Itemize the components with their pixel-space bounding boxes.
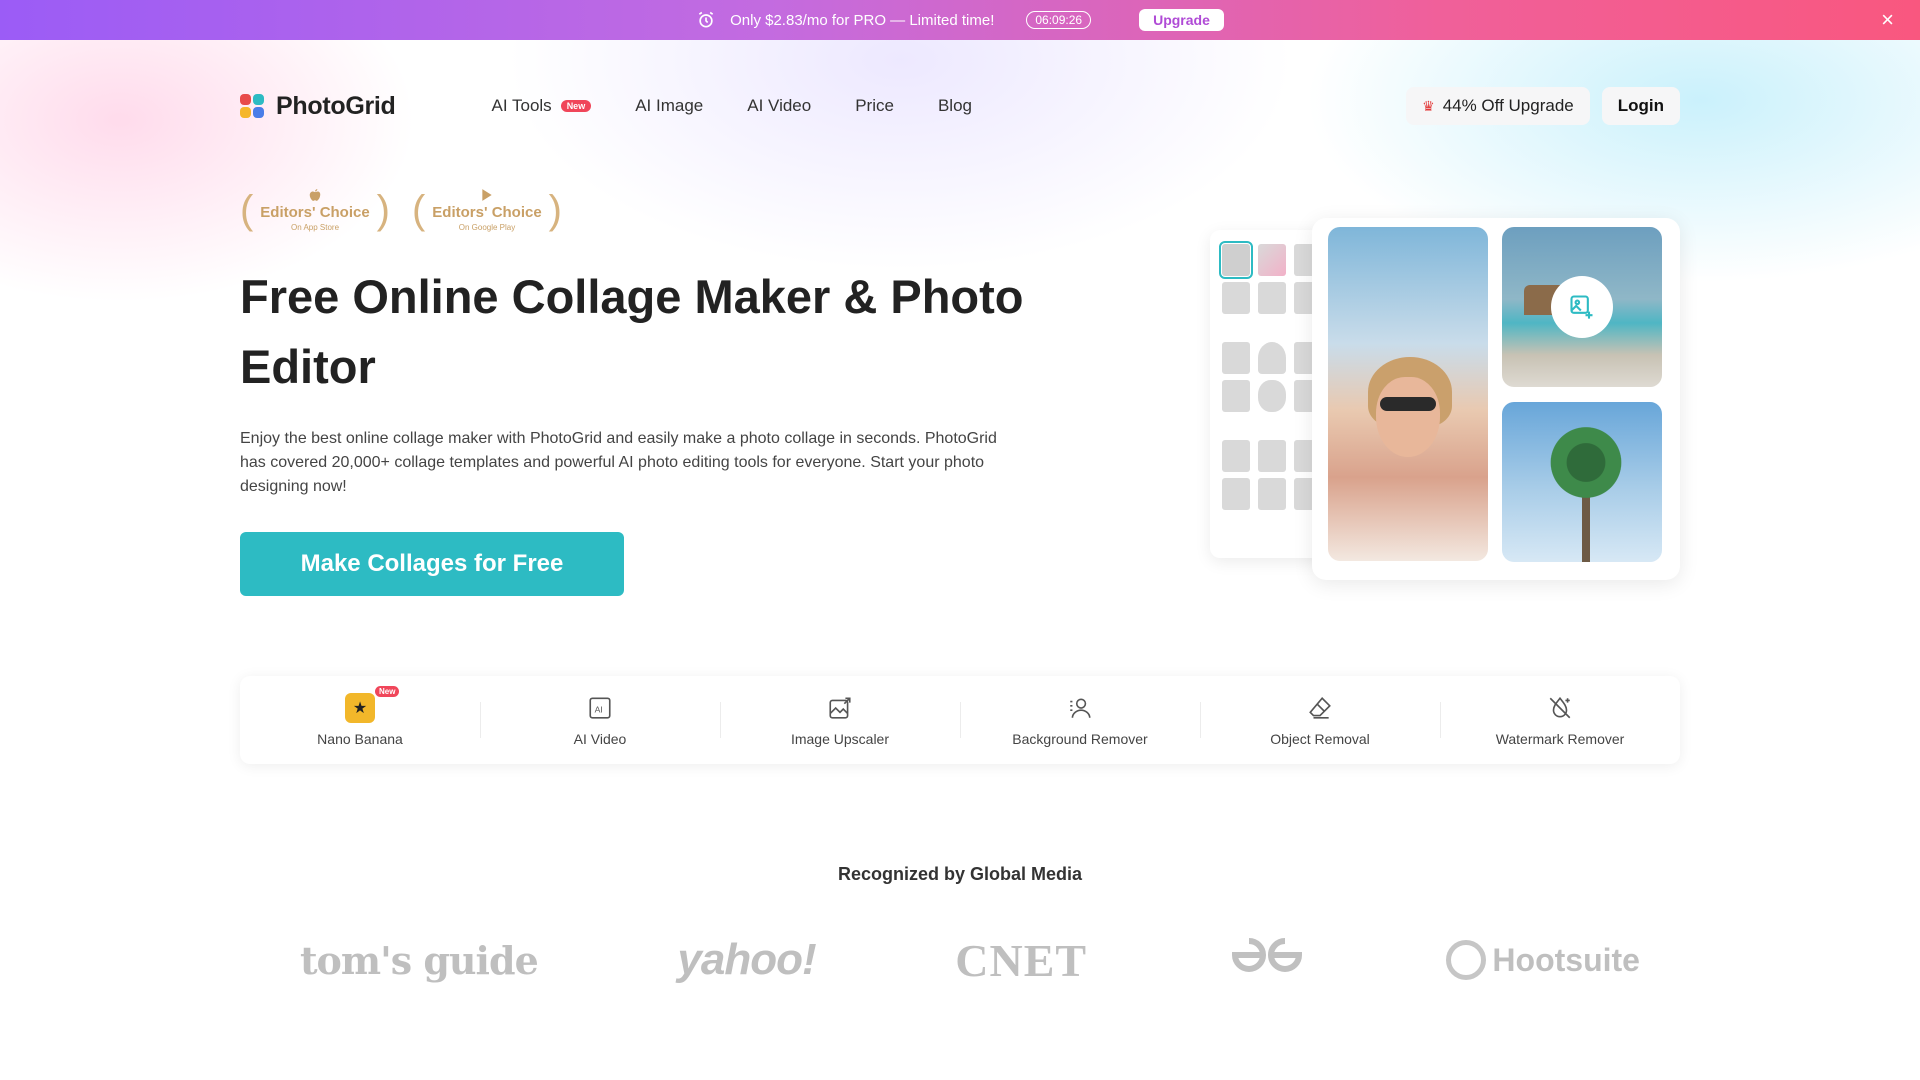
tool-label: Nano Banana	[317, 731, 403, 747]
template-thumbnail[interactable]	[1258, 380, 1286, 412]
nano-banana-icon: ★	[345, 693, 375, 723]
promo-bar: Only $2.83/mo for PRO — Limited time! 06…	[0, 0, 1920, 40]
nav-blog[interactable]: Blog	[938, 96, 972, 116]
ai-tools-bar: ★ New Nano Banana AI AI Video Image Upsc…	[240, 676, 1680, 764]
template-thumbnail[interactable]	[1222, 282, 1250, 314]
ai-video-icon: AI	[585, 693, 615, 723]
make-collage-button[interactable]: Make Collages for Free	[240, 532, 624, 596]
award-app-store: ( ) Editors' Choice On App Store	[240, 182, 390, 238]
award-sub: On App Store	[290, 223, 340, 232]
crown-icon: ♛	[1422, 97, 1435, 114]
template-thumbnail[interactable]	[1222, 380, 1250, 412]
hootsuite-text: Hootsuite	[1492, 941, 1640, 978]
nav-ai-tools[interactable]: AI Tools New	[492, 96, 592, 116]
laurel-left-icon: (	[412, 188, 426, 232]
collage-preview	[1210, 218, 1680, 580]
awards: ( ) Editors' Choice On App Store ( ) Edi…	[240, 182, 584, 238]
logo[interactable]: PhotoGrid	[240, 92, 396, 121]
apple-icon	[309, 189, 321, 201]
new-badge: New	[375, 686, 400, 697]
nav-links: AI Tools New AI Image AI Video Price Blo…	[492, 96, 1016, 116]
media-logos: tom's guide yahoo! CNET Hootsuite	[300, 930, 1640, 990]
new-badge: New	[560, 100, 592, 112]
template-thumbnail[interactable]	[1222, 342, 1250, 374]
tool-label: Background Remover	[1012, 731, 1148, 747]
template-thumbnail[interactable]	[1258, 282, 1286, 314]
nav-price[interactable]: Price	[855, 96, 894, 116]
toms-guide-logo: tom's guide	[300, 937, 539, 983]
award-sub: On Google Play	[458, 223, 516, 232]
award-google-play: ( ) Editors' Choice On Google Play	[412, 182, 562, 238]
close-icon[interactable]: ×	[1881, 9, 1894, 31]
award-title: Editors' Choice	[432, 204, 542, 221]
promo-upgrade-button[interactable]: Upgrade	[1139, 9, 1224, 31]
laurel-right-icon: )	[376, 188, 390, 232]
tool-object-removal[interactable]: Object Removal	[1200, 676, 1440, 764]
promo-text: Only $2.83/mo for PRO — Limited time!	[730, 11, 995, 29]
svg-text:AI: AI	[595, 704, 603, 714]
alarm-clock-icon	[698, 11, 714, 28]
background-remover-icon	[1065, 693, 1095, 723]
tool-watermark-remover[interactable]: Watermark Remover	[1440, 676, 1680, 764]
tool-label: AI Video	[573, 731, 627, 747]
tool-nano-banana[interactable]: ★ New Nano Banana	[240, 676, 480, 764]
photo-collage	[1312, 218, 1680, 580]
photogrid-logo-icon	[240, 94, 264, 118]
offer-label: 44% Off Upgrade	[1442, 96, 1574, 115]
image-upscaler-icon	[825, 693, 855, 723]
login-button[interactable]: Login	[1601, 87, 1680, 125]
watermark-remover-icon	[1545, 693, 1575, 723]
owl-icon	[1446, 940, 1487, 980]
logo-text: PhotoGrid	[276, 91, 396, 120]
template-thumbnail[interactable]	[1258, 478, 1286, 510]
google-play-icon	[482, 189, 492, 201]
palm-tree-photo	[1502, 402, 1662, 562]
countdown-timer: 06:09:26	[1026, 11, 1092, 29]
cnet-logo: CNET	[955, 934, 1088, 986]
eraser-icon	[1305, 693, 1335, 723]
template-thumbnail[interactable]	[1258, 440, 1286, 472]
offer-upgrade-button[interactable]: ♛ 44% Off Upgrade	[1406, 87, 1590, 125]
template-thumbnail[interactable]	[1222, 440, 1250, 472]
laurel-right-icon: )	[548, 188, 562, 232]
tool-background-remover[interactable]: Background Remover	[960, 676, 1200, 764]
nav-actions: ♛ 44% Off Upgrade Login	[1406, 87, 1680, 125]
template-thumbnail[interactable]	[1258, 244, 1286, 276]
yahoo-logo: yahoo!	[677, 935, 816, 984]
tool-image-upscaler[interactable]: Image Upscaler	[720, 676, 960, 764]
page-title: Free Online Collage Maker & Photo Editor	[240, 270, 1024, 393]
hootsuite-logo: Hootsuite	[1446, 940, 1640, 980]
add-image-icon[interactable]	[1551, 276, 1613, 338]
hero-description: Enjoy the best online collage maker with…	[240, 430, 997, 495]
heart-template-icon[interactable]	[1258, 342, 1286, 374]
nav-label: AI Tools	[491, 96, 552, 115]
nav-ai-video[interactable]: AI Video	[747, 96, 811, 116]
main-nav: PhotoGrid AI Tools New AI Image AI Video…	[240, 85, 1680, 127]
selfie-photo	[1328, 227, 1488, 561]
template-thumbnail[interactable]	[1222, 478, 1250, 510]
tool-label: Object Removal	[1270, 731, 1370, 747]
tool-ai-video[interactable]: AI AI Video	[480, 676, 720, 764]
laurel-left-icon: (	[240, 188, 254, 232]
tool-label: Watermark Remover	[1495, 731, 1625, 747]
tool-label: Image Upscaler	[790, 731, 890, 747]
award-title: Editors' Choice	[260, 204, 370, 221]
media-section-title: Recognized by Global Media	[837, 864, 1083, 884]
beach-photo	[1502, 227, 1662, 387]
geeksforgeeks-logo	[1227, 933, 1307, 988]
template-thumbnail[interactable]	[1219, 241, 1253, 279]
nav-ai-image[interactable]: AI Image	[635, 96, 703, 116]
